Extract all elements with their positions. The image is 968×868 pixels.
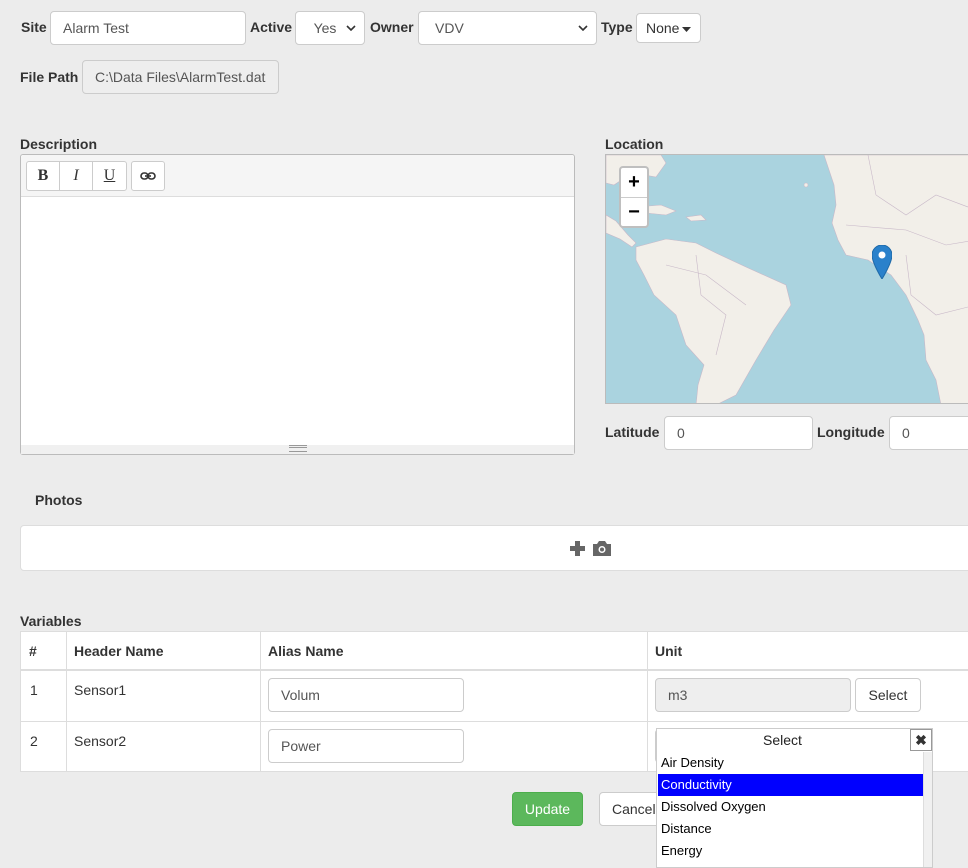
type-label: Type	[601, 19, 633, 35]
row-2-alias-input[interactable]: Power	[268, 729, 464, 763]
owner-select[interactable]: VDV	[418, 11, 597, 45]
variables-label: Variables	[20, 613, 82, 629]
row-1-unit-field: m3	[655, 678, 851, 712]
filepath-field: C:\Data Files\AlarmTest.dat	[82, 60, 279, 94]
unit-option[interactable]: Distance	[658, 818, 924, 840]
chevron-down-icon	[578, 25, 588, 31]
site-input[interactable]: Alarm Test	[50, 11, 246, 45]
map-tiles	[606, 155, 968, 403]
row-1-num: 1	[30, 682, 38, 698]
italic-button[interactable]: I	[60, 162, 93, 190]
location-map[interactable]: + −	[605, 154, 968, 404]
row-2-header-name: Sensor2	[74, 733, 127, 749]
active-label: Active	[250, 19, 293, 35]
row-1-header-name: Sensor1	[74, 682, 127, 698]
popup-title: Select	[763, 732, 802, 748]
description-editor[interactable]: B I U	[20, 154, 575, 455]
owner-value: VDV	[435, 20, 464, 36]
bold-button[interactable]: B	[27, 162, 60, 190]
underline-button[interactable]: U	[93, 162, 126, 190]
zoom-in-button[interactable]: +	[621, 168, 647, 198]
unit-option[interactable]: Air Density	[658, 752, 924, 774]
owner-label: Owner	[370, 19, 414, 35]
column-header-num: #	[29, 643, 37, 659]
link-button-group	[131, 161, 165, 191]
unit-option[interactable]: Dissolved Oxygen	[658, 796, 924, 818]
site-label: Site	[21, 19, 47, 35]
photos-label: Photos	[35, 492, 83, 508]
location-label: Location	[605, 136, 664, 152]
unit-option-selected[interactable]: Conductivity	[658, 774, 924, 796]
editor-toolbar: B I U	[21, 155, 574, 197]
latitude-label: Latitude	[605, 424, 660, 440]
close-icon[interactable]: ✖	[910, 729, 932, 751]
popup-scrollbar[interactable]	[923, 752, 932, 867]
active-value: Yes	[313, 20, 337, 36]
unit-select-popup: Select ✖ Air Density Conductivity Dissol…	[656, 728, 933, 868]
longitude-label: Longitude	[817, 424, 885, 440]
unit-options-list: Air Density Conductivity Dissolved Oxyge…	[658, 752, 924, 862]
column-header-unit: Unit	[655, 643, 683, 659]
row-1-alias-input[interactable]: Volum	[268, 678, 464, 712]
longitude-input[interactable]: 0	[889, 416, 968, 450]
filepath-label: File Path	[20, 69, 79, 85]
chevron-down-icon	[346, 25, 356, 31]
type-value: None	[646, 20, 680, 36]
unit-option[interactable]: Energy	[658, 840, 924, 862]
column-header-header-name: Header Name	[74, 643, 164, 659]
link-button[interactable]	[132, 162, 164, 190]
map-zoom-control: + −	[619, 166, 649, 228]
caret-down-icon	[682, 27, 691, 32]
update-button[interactable]: Update	[512, 792, 583, 826]
format-button-group: B I U	[26, 161, 127, 191]
active-select[interactable]: Yes	[295, 11, 365, 45]
photos-dropzone[interactable]	[20, 525, 968, 571]
zoom-out-button[interactable]: −	[621, 198, 647, 227]
column-header-alias-name: Alias Name	[268, 643, 344, 659]
row-2-num: 2	[30, 733, 38, 749]
latitude-input[interactable]: 0	[664, 416, 813, 450]
link-icon	[140, 172, 156, 180]
description-label: Description	[20, 136, 98, 152]
map-marker-icon[interactable]	[872, 245, 892, 279]
type-dropdown-button[interactable]: None	[636, 13, 701, 43]
row-1-unit-select-button[interactable]: Select	[855, 678, 921, 712]
editor-resize-handle[interactable]	[21, 445, 574, 454]
add-photo-icon[interactable]	[569, 538, 613, 558]
